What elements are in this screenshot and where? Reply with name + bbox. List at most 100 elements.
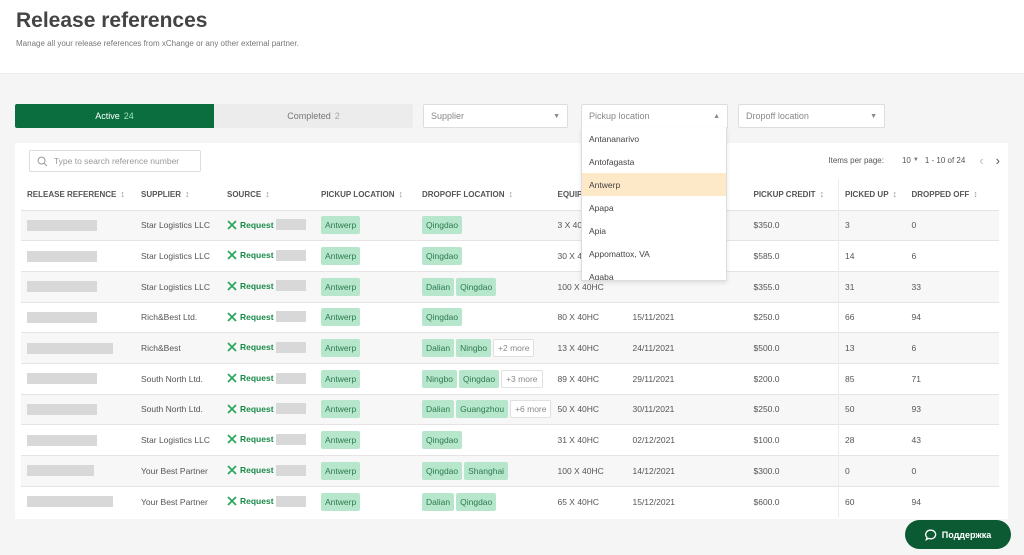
dropdown-option[interactable]: Appomattox, VA <box>582 242 726 265</box>
redacted-reference <box>27 312 97 324</box>
pickup-cell: Antwerp <box>315 424 416 456</box>
sort-icon[interactable]: ↕ <box>120 189 125 199</box>
col-pickup-location[interactable]: PICKUP LOCATION ↕ <box>315 179 416 210</box>
pickup-location-select[interactable]: Pickup location ▲ <box>581 104 728 128</box>
release-reference-cell <box>21 362 135 395</box>
picked-up-cell: 3 <box>837 209 906 241</box>
dropdown-option[interactable]: Aqaba <box>582 265 726 281</box>
sort-icon[interactable]: ↕ <box>820 189 825 199</box>
table-row[interactable]: Your Best Partner Request Antwerp Qingdao Sh… <box>21 455 999 487</box>
source-link[interactable]: Request <box>227 372 306 384</box>
dropped-off-cell: 43 <box>905 424 999 456</box>
dropped-off-cell: 94 <box>905 485 999 517</box>
sort-icon[interactable]: ↕ <box>265 189 270 199</box>
tab-completed[interactable]: Completed 2 <box>214 104 413 128</box>
pickup-chip: Antwerp <box>321 461 361 480</box>
picked-up-cell: 31 <box>837 270 906 303</box>
redacted-request-id <box>275 495 306 507</box>
table-row[interactable]: Star Logistics LLC Request Antwerp Qingdao 3… <box>21 209 999 241</box>
caret-down-icon[interactable]: ▼ <box>913 157 919 163</box>
table-row[interactable]: South North Ltd. Request Antwerp Ningbo Qing… <box>21 362 999 395</box>
source-link[interactable]: Request <box>227 341 306 353</box>
col-dropped-off[interactable]: DROPPED OFF ↕ <box>905 179 999 210</box>
dropoff-chip: Qingdao <box>456 277 497 296</box>
dropdown-option[interactable]: Antwerp <box>582 173 726 196</box>
table-row[interactable]: Rich&Best Request Antwerp Dalian Ningbo +2 mo… <box>21 332 999 364</box>
sort-icon[interactable]: ↕ <box>893 189 898 199</box>
dropdown-option[interactable]: Antofagasta <box>582 150 726 173</box>
pickup-cell: Antwerp <box>315 393 416 425</box>
xchange-logo-icon <box>227 404 237 414</box>
release-reference-cell <box>21 332 135 364</box>
sort-icon[interactable]: ↕ <box>398 189 403 199</box>
source-cell: Request <box>221 270 315 303</box>
more-locations-button[interactable]: +3 more <box>501 369 543 388</box>
page-range: 1 - 10 of 24 <box>924 155 966 165</box>
tab-active[interactable]: Active 24 <box>15 104 214 128</box>
dropdown-option[interactable]: Antananarivo <box>582 127 726 150</box>
pickup-credit-cell: $585.0 <box>747 240 839 272</box>
supplier-cell: Rich&Best Ltd. <box>135 301 221 333</box>
col-picked-up[interactable]: PICKED UP ↕ <box>837 179 906 210</box>
picked-up-cell: 66 <box>837 301 906 333</box>
source-label: Request <box>240 311 274 322</box>
source-link[interactable]: Request <box>227 249 306 261</box>
dropdown-option[interactable]: Apapa <box>582 196 726 219</box>
release-reference-cell <box>21 240 135 272</box>
sort-icon[interactable]: ↕ <box>185 189 190 199</box>
source-link[interactable]: Request <box>227 280 306 292</box>
support-label: Поддержка <box>941 529 992 540</box>
prev-page-button[interactable]: ‹ <box>979 153 983 168</box>
more-locations-button[interactable]: +6 more <box>510 400 552 419</box>
redacted-reference <box>27 496 113 508</box>
next-page-button[interactable]: › <box>996 153 1000 168</box>
supplier-cell: South North Ltd. <box>135 362 221 395</box>
source-cell: Request <box>221 485 315 517</box>
supplier-select[interactable]: Supplier ▼ <box>423 104 568 128</box>
redacted-request-id <box>275 372 306 384</box>
dropoff-chip: Qingdao <box>456 492 497 511</box>
date-cell: 02/12/2021 <box>626 424 748 456</box>
sort-icon[interactable]: ↕ <box>509 189 514 199</box>
col-source[interactable]: SOURCE ↕ <box>221 179 315 210</box>
picked-up-cell: 28 <box>837 424 906 456</box>
table-row[interactable]: Star Logistics LLC Request Antwerp Qingdao 3… <box>21 240 999 272</box>
redacted-request-id <box>275 403 306 415</box>
source-link[interactable]: Request <box>227 403 306 415</box>
table-row[interactable]: Your Best Partner Request Antwerp Dalian Qin… <box>21 485 999 517</box>
dropoff-chip: Ningbo <box>456 339 492 358</box>
dropoff-location-select[interactable]: Dropoff location ▼ <box>738 104 885 128</box>
pickup-credit-cell: $250.0 <box>747 301 839 333</box>
table-row[interactable]: South North Ltd. Request Antwerp Dalian Guan… <box>21 393 999 425</box>
table-row[interactable]: Star Logistics LLC Request Antwerp Dalian Qi… <box>21 270 999 303</box>
items-per-page-label: Items per page: <box>828 155 884 165</box>
source-link[interactable]: Request <box>227 219 306 231</box>
items-per-page-select[interactable]: 10 <box>902 156 911 165</box>
source-link[interactable]: Request <box>227 495 306 507</box>
dropoff-chip: Qingdao <box>422 308 463 327</box>
picked-up-cell: 14 <box>837 240 906 272</box>
col-pickup-credit[interactable]: PICKUP CREDIT ↕ <box>747 179 838 210</box>
source-link[interactable]: Request <box>227 311 306 323</box>
more-locations-button[interactable]: +2 more <box>493 339 535 358</box>
table-row[interactable]: Star Logistics LLC Request Antwerp Qingdao 3… <box>21 424 999 456</box>
source-link[interactable]: Request <box>227 433 306 445</box>
xchange-logo-icon <box>227 281 237 291</box>
col-supplier[interactable]: SUPPLIER ↕ <box>135 179 221 210</box>
dropped-off-cell: 93 <box>905 393 999 425</box>
search-box[interactable] <box>29 150 201 172</box>
pickup-location-dropdown: Antananarivo Antofagasta Antwerp Apapa Apia A… <box>581 127 727 281</box>
col-release-reference[interactable]: RELEASE REFERENCE ↕ <box>21 179 135 210</box>
pickup-credit-cell: $355.0 <box>747 270 839 303</box>
col-dropoff-location[interactable]: DROPOFF LOCATION ↕ <box>416 179 551 210</box>
col-label: DROPPED OFF <box>911 190 970 200</box>
source-link[interactable]: Request <box>227 464 306 476</box>
dropdown-option[interactable]: Apia <box>582 219 726 242</box>
search-input[interactable] <box>53 156 193 166</box>
sort-icon[interactable]: ↕ <box>973 189 978 199</box>
support-button[interactable]: Поддержка <box>905 520 1011 549</box>
dropoff-cell: Qingdao <box>416 209 552 241</box>
supplier-cell: South North Ltd. <box>135 393 221 425</box>
source-label: Request <box>240 465 274 476</box>
table-row[interactable]: Rich&Best Ltd. Request Antwerp Qingdao 80 X … <box>21 301 999 333</box>
